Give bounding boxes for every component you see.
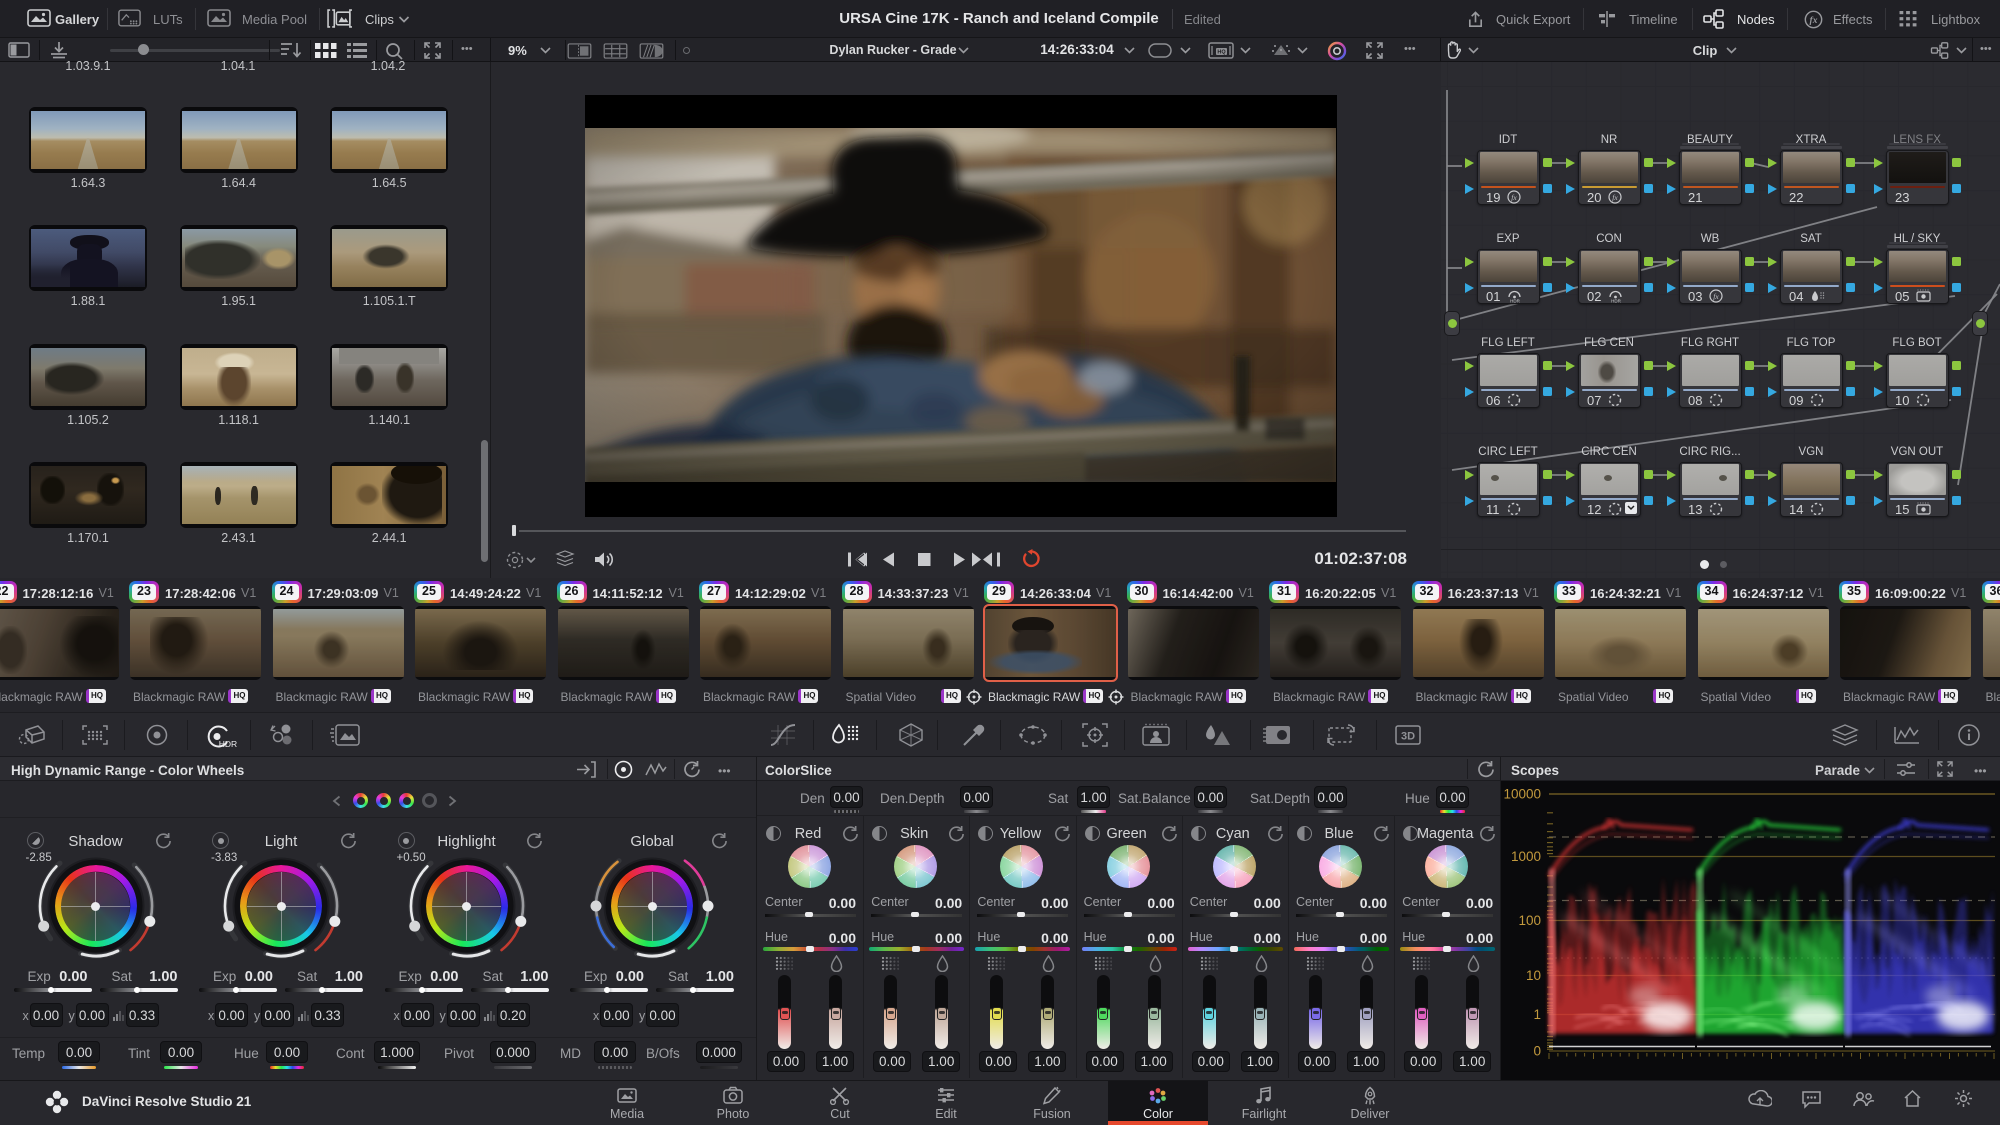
svg-text:fx: fx xyxy=(1810,16,1818,26)
svg-text:HDR: HDR xyxy=(1510,299,1520,304)
svg-text:HQ: HQ xyxy=(1217,50,1226,56)
svg-text:1: 1 xyxy=(1533,1007,1541,1022)
svg-text:fx: fx xyxy=(1713,292,1719,301)
svg-text:10: 10 xyxy=(1526,968,1541,983)
svg-text:100: 100 xyxy=(1518,913,1541,928)
svg-text:0: 0 xyxy=(1533,1044,1541,1059)
svg-text:3D: 3D xyxy=(1401,731,1415,743)
svg-text:1000: 1000 xyxy=(1511,849,1541,864)
svg-text:HDR: HDR xyxy=(219,739,237,749)
svg-text:fx: fx xyxy=(1612,193,1618,202)
svg-text:fx: fx xyxy=(1511,193,1517,202)
svg-text:HDR: HDR xyxy=(1611,299,1621,304)
svg-text:10000: 10000 xyxy=(1503,787,1541,802)
